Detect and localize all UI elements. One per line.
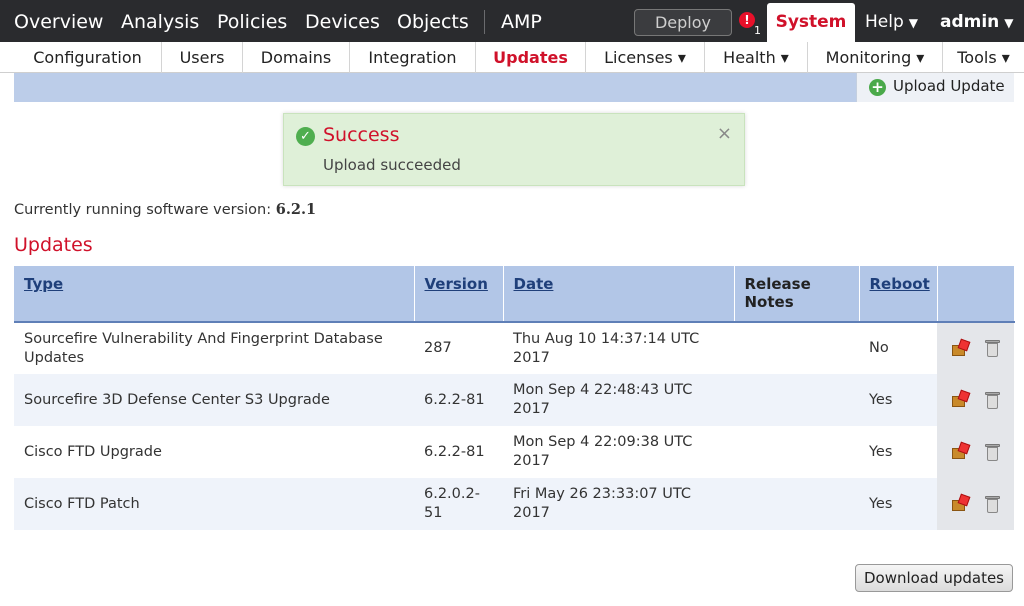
- install-icon[interactable]: [951, 338, 971, 358]
- cell-type: Sourcefire 3D Defense Center S3 Upgrade: [24, 391, 330, 408]
- alert-icon[interactable]: !: [739, 12, 755, 28]
- trash-icon[interactable]: [985, 391, 1000, 410]
- nav-amp[interactable]: AMP: [501, 9, 542, 35]
- cell-release-notes: [734, 426, 859, 478]
- nav-system[interactable]: System: [767, 3, 855, 42]
- plus-icon: +: [869, 79, 886, 96]
- table-row: Sourcefire Vulnerability And Fingerprint…: [14, 322, 1014, 374]
- table-header-row: Type Version Date Release Notes Reboot: [14, 266, 1015, 322]
- cell-version: 6.2.2-81: [424, 443, 485, 460]
- toolbar: + Upload Update: [14, 73, 1014, 102]
- subnav-licenses[interactable]: Licenses ▾: [586, 42, 705, 73]
- help-label: Help: [865, 12, 904, 32]
- chevron-down-icon: ▼: [1004, 16, 1014, 30]
- cell-release-notes: [734, 322, 859, 374]
- nav-separator: [484, 10, 485, 34]
- trash-icon[interactable]: [985, 443, 1000, 462]
- nav-policies[interactable]: Policies: [217, 9, 287, 35]
- sort-reboot-link[interactable]: Reboot: [870, 275, 930, 293]
- trash-icon[interactable]: [985, 495, 1000, 514]
- top-nav: Overview Analysis Policies Devices Objec…: [0, 0, 1024, 42]
- sort-version-link[interactable]: Version: [425, 275, 488, 293]
- table-row: Cisco FTD Patch 6.2.0.2-51 Fri May 26 23…: [14, 478, 1014, 530]
- subnav-configuration[interactable]: Configuration: [14, 42, 162, 73]
- check-circle-icon: ✓: [296, 127, 315, 146]
- nav-analysis[interactable]: Analysis: [121, 9, 199, 35]
- cell-reboot: Yes: [869, 495, 893, 512]
- nav-objects[interactable]: Objects: [397, 9, 469, 35]
- upload-update-button[interactable]: + Upload Update: [856, 73, 1014, 102]
- sort-type-link[interactable]: Type: [24, 275, 63, 293]
- subnav-updates[interactable]: Updates: [476, 42, 586, 73]
- alert-count: 1: [754, 24, 761, 37]
- software-version: Currently running software version: 6.2.…: [14, 201, 316, 218]
- cell-release-notes: [734, 374, 859, 426]
- column-date[interactable]: Date: [503, 266, 735, 322]
- column-type[interactable]: Type: [14, 266, 415, 322]
- version-value: 6.2.1: [275, 201, 317, 218]
- install-icon[interactable]: [951, 441, 971, 461]
- cell-reboot: Yes: [869, 391, 893, 408]
- column-reboot[interactable]: Reboot: [859, 266, 938, 322]
- upload-update-label: Upload Update: [893, 77, 1005, 95]
- cell-actions: [937, 322, 1014, 374]
- subnav-users[interactable]: Users: [162, 42, 243, 73]
- cell-type: Sourcefire Vulnerability And Fingerprint…: [24, 330, 383, 366]
- subnav-domains[interactable]: Domains: [243, 42, 350, 73]
- sub-nav: Configuration Users Domains Integration …: [0, 42, 1024, 73]
- nav-devices[interactable]: Devices: [305, 9, 380, 35]
- column-actions: [937, 266, 1015, 322]
- cell-type: Cisco FTD Patch: [24, 495, 140, 512]
- nav-overview[interactable]: Overview: [14, 9, 103, 35]
- cell-actions: [937, 426, 1014, 478]
- cell-release-notes: [734, 478, 859, 530]
- cell-version: 287: [424, 340, 452, 356]
- cell-actions: [937, 374, 1014, 426]
- close-icon[interactable]: ×: [717, 123, 732, 144]
- cell-reboot: No: [869, 340, 889, 356]
- admin-label: admin: [940, 12, 1000, 32]
- cell-date: Thu Aug 10 14:37:14 UTC 2017: [513, 330, 700, 366]
- nav-admin[interactable]: admin ▼: [940, 9, 1014, 36]
- cell-actions: [937, 478, 1014, 530]
- nav-help[interactable]: Help ▼: [865, 9, 918, 36]
- subnav-tools[interactable]: Tools ▾: [943, 42, 1024, 73]
- install-icon[interactable]: [951, 389, 971, 409]
- table-row: Sourcefire 3D Defense Center S3 Upgrade …: [14, 374, 1014, 426]
- install-icon[interactable]: [951, 493, 971, 513]
- subnav-monitoring[interactable]: Monitoring ▾: [808, 42, 943, 73]
- cell-date: Mon Sep 4 22:48:43 UTC 2017: [513, 382, 693, 417]
- table-row: Cisco FTD Upgrade 6.2.2-81 Mon Sep 4 22:…: [14, 426, 1014, 478]
- cell-type: Cisco FTD Upgrade: [24, 443, 162, 460]
- success-text: Upload succeeded: [323, 156, 461, 174]
- cell-date: Fri May 26 23:33:07 UTC 2017: [513, 486, 692, 521]
- cell-date: Mon Sep 4 22:09:38 UTC 2017: [513, 434, 693, 469]
- success-message: ✓ Success Upload succeeded ×: [283, 113, 745, 186]
- chevron-down-icon: ▼: [908, 16, 918, 30]
- trash-icon[interactable]: [985, 339, 1000, 358]
- cell-version: 6.2.2-81: [424, 391, 485, 408]
- version-label: Currently running software version:: [14, 202, 272, 218]
- cell-reboot: Yes: [869, 443, 893, 460]
- subnav-integration[interactable]: Integration: [350, 42, 476, 73]
- updates-heading: Updates: [14, 234, 93, 256]
- subnav-health[interactable]: Health ▾: [705, 42, 808, 73]
- download-updates-button[interactable]: Download updates: [855, 564, 1013, 592]
- column-version[interactable]: Version: [414, 266, 504, 322]
- deploy-button[interactable]: Deploy: [634, 9, 732, 36]
- column-release-notes: Release Notes: [734, 266, 860, 322]
- success-title: Success: [323, 124, 400, 146]
- sort-date-link[interactable]: Date: [514, 275, 554, 293]
- cell-version: 6.2.0.2-51: [424, 486, 480, 521]
- updates-table: Type Version Date Release Notes Reboot S…: [14, 266, 1015, 530]
